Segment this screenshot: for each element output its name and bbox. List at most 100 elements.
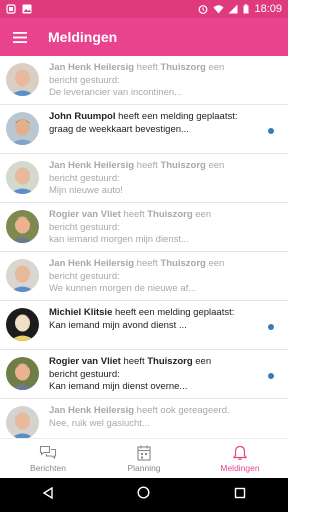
nav-planning[interactable]: Planning [96, 439, 192, 478]
wifi-icon [213, 4, 224, 14]
notification-tail: een [192, 209, 212, 220]
sender-name: John Ruumpol [49, 111, 116, 122]
notification-text: Rogier van Vliet heeft Thuiszorg een beri… [49, 209, 261, 247]
notification-preview: Mijn nieuwe auto! [49, 185, 123, 196]
notification-header: Jan Henk Heilersig heeft Thuiszorg een [49, 258, 261, 271]
notification-line: Kan iemand mijn avond dienst ... [49, 319, 187, 331]
notification-preview: kan iemand morgen mijn dienst... [49, 234, 189, 245]
chat-bubbles-icon [39, 445, 57, 459]
target-group: Thuiszorg [160, 160, 206, 171]
signal-icon [228, 4, 238, 14]
avatar [6, 210, 39, 243]
notification-preview: De leverancier van incontinen... [49, 87, 183, 98]
recents-icon[interactable] [234, 486, 246, 504]
notification-tail: een [192, 356, 212, 367]
notification-header: Jan Henk Heilersig heeft Thuiszorg een [49, 62, 261, 75]
page-title: Meldingen [48, 29, 118, 45]
sender-name: Rogier van Vliet [49, 356, 121, 367]
notification-item[interactable]: Rogier van Vliet heeft Thuiszorg een beri… [0, 350, 288, 399]
notification-text: Jan Henk Heilersig heeft Thuiszorg een be… [49, 160, 261, 198]
notification-item[interactable]: Michiel Klitsie heeft een melding geplaa… [0, 301, 288, 350]
notification-verb: heeft [134, 258, 161, 269]
notification-text: John Ruumpol heeft een melding geplaatst… [49, 111, 261, 136]
bell-icon [232, 445, 248, 460]
notification-line: bericht gestuurd: [49, 172, 120, 184]
avatar [6, 63, 39, 96]
notification-item[interactable]: Jan Henk Heilersig heeft Thuiszorg een be… [0, 56, 288, 105]
nav-label-berichten: Berichten [30, 462, 66, 473]
notification-line: graag de weekkaart bevestigen... [49, 123, 189, 135]
sender-name: Jan Henk Heilersig [49, 160, 135, 171]
notification-header: Jan Henk Heilersig heeft ook gereageerd. [49, 405, 261, 418]
target-group: Thuiszorg [147, 209, 193, 220]
notification-text: Jan Henk Heilersig heeft Thuiszorg een be… [49, 62, 261, 100]
status-bar: 18:09 [0, 0, 288, 18]
notification-verb: heeft [120, 209, 148, 220]
nav-berichten[interactable]: Berichten [0, 439, 96, 478]
notification-text: Jan Henk Heilersig heeft ook gereageerd.… [49, 405, 261, 430]
notification-item[interactable]: Rogier van Vliet heeft Thuiszorg een beri… [0, 203, 288, 252]
notification-header: John Ruumpol heeft een melding geplaatst… [49, 111, 261, 124]
alarm-icon [198, 4, 208, 14]
target-group: Thuiszorg [160, 62, 206, 73]
notification-line: bericht gestuurd: [49, 221, 120, 233]
bottom-navigation: Berichten Planning Meldingen [0, 438, 288, 478]
notification-item[interactable]: Jan Henk Heilersig heeft Thuiszorg een be… [0, 154, 288, 203]
notification-preview: We kunnen morgen de nieuwe af... [49, 283, 197, 294]
sender-name: Michiel Klitsie [49, 307, 113, 318]
notification-header: Rogier van Vliet heeft Thuiszorg een [49, 209, 261, 222]
back-icon[interactable] [42, 486, 54, 504]
notification-verb: heeft [134, 160, 161, 171]
avatar [6, 112, 39, 145]
hamburger-icon [13, 31, 27, 43]
nav-label-planning: Planning [127, 462, 161, 473]
notification-verb: heeft een melding geplaatst: [115, 111, 238, 122]
notification-text: Michiel Klitsie heeft een melding geplaa… [49, 307, 261, 332]
notification-line: bericht gestuurd: [49, 270, 120, 282]
calendar-icon [137, 445, 151, 461]
sender-name: Jan Henk Heilersig [49, 258, 135, 269]
unread-indicator [268, 373, 274, 379]
nav-label-meldingen: Meldingen [220, 462, 260, 473]
notification-tail: een [205, 258, 225, 269]
avatar [6, 357, 39, 390]
notification-line: bericht gestuurd: [49, 368, 120, 380]
notification-header: Rogier van Vliet heeft Thuiszorg een [49, 356, 261, 369]
notification-item[interactable]: Jan Henk Heilersig heeft ook gereageerd.… [0, 399, 288, 438]
avatar [6, 161, 39, 194]
notification-preview: Kan iemand mijn dienst overne... [49, 381, 188, 392]
sender-name: Jan Henk Heilersig [49, 62, 135, 73]
notification-app-icon [6, 4, 16, 14]
notification-text: Jan Henk Heilersig heeft Thuiszorg een be… [49, 258, 261, 296]
sender-name: Jan Henk Heilersig [49, 405, 135, 416]
notification-tail: een [205, 160, 225, 171]
notification-item[interactable]: Jan Henk Heilersig heeft Thuiszorg een be… [0, 252, 288, 301]
target-group: Thuiszorg [147, 356, 193, 367]
notification-verb: heeft ook gereageerd. [134, 405, 230, 416]
target-group: Thuiszorg [160, 258, 206, 269]
unread-indicator [268, 324, 274, 330]
notification-verb: heeft [134, 62, 161, 73]
notification-header: Jan Henk Heilersig heeft Thuiszorg een [49, 160, 261, 173]
nav-meldingen[interactable]: Meldingen [192, 439, 288, 478]
menu-button[interactable] [0, 18, 40, 56]
status-time: 18:09 [254, 3, 282, 15]
notification-item[interactable]: John Ruumpol heeft een melding geplaatst… [0, 105, 288, 154]
battery-icon [243, 4, 249, 14]
notification-tail: een [205, 62, 225, 73]
notification-line: bericht gestuurd: [49, 74, 120, 86]
notification-verb: heeft een melding geplaatst: [112, 307, 235, 318]
unread-indicator [268, 128, 274, 134]
app-bar: Meldingen [0, 18, 288, 56]
notification-line: Nee, ruik wel gasiucht... [49, 417, 150, 429]
notification-text: Rogier van Vliet heeft Thuiszorg een beri… [49, 356, 261, 394]
avatar [6, 259, 39, 292]
notification-verb: heeft [120, 356, 148, 367]
notification-list[interactable]: Jan Henk Heilersig heeft Thuiszorg een be… [0, 56, 288, 438]
home-icon[interactable] [137, 486, 150, 504]
sender-name: Rogier van Vliet [49, 209, 121, 220]
notification-header: Michiel Klitsie heeft een melding geplaa… [49, 307, 261, 320]
avatar [6, 406, 39, 438]
avatar [6, 308, 39, 341]
image-icon [22, 4, 32, 14]
